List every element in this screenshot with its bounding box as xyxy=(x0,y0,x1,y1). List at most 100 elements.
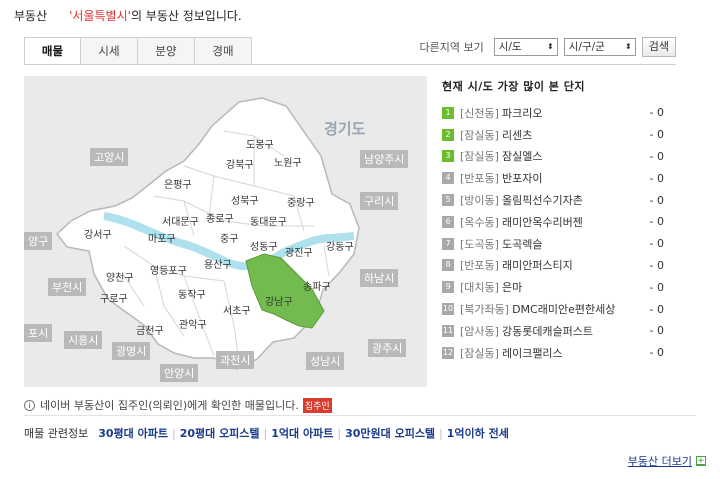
outer-city-hanam[interactable]: 하남시 xyxy=(360,269,399,287)
list-item: 6 [옥수동] 래미안옥수리버젠 - 0 xyxy=(442,211,664,233)
complex-name-link[interactable]: 파크리오 xyxy=(502,105,642,121)
outer-city-anyang[interactable]: 안양시 xyxy=(160,364,199,382)
sido-chevron-icon: ⬍ xyxy=(547,42,554,51)
district-dongjak[interactable]: 동작구 xyxy=(178,286,206,301)
complex-name-link[interactable]: 잠실엘스 xyxy=(502,148,642,164)
district-dongdaemun[interactable]: 동대문구 xyxy=(250,213,287,228)
district-yongsan[interactable]: 용산구 xyxy=(204,256,232,271)
complex-name-link[interactable]: 올림픽선수기자촌 xyxy=(502,192,642,208)
district-yangcheon[interactable]: 양천구 xyxy=(106,269,134,284)
complex-dong: [반포동] xyxy=(460,259,499,273)
search-button[interactable]: 검색 xyxy=(641,37,676,57)
complex-name-link[interactable]: 래미안퍼스티지 xyxy=(502,257,642,273)
rank-badge: 5 xyxy=(442,194,454,207)
district-gangdong[interactable]: 강동구 xyxy=(326,238,354,253)
complex-name-link[interactable]: 리센츠 xyxy=(502,127,642,143)
outer-city-goyang[interactable]: 고양시 xyxy=(90,148,129,166)
listing-tabs: 매물 시세 분양 경매 xyxy=(24,37,252,65)
complex-dong: [잠실동] xyxy=(460,150,499,164)
complex-count: - 0 xyxy=(649,302,664,316)
related-link-under-100m-jeonse[interactable]: 1억이하 전세 xyxy=(447,425,509,441)
outer-city-seongnam[interactable]: 성남시 xyxy=(306,352,345,370)
region-select-label: 다른지역 보기 xyxy=(419,41,484,54)
plus-icon: + xyxy=(696,456,706,466)
related-label: 매물 관련정보 xyxy=(24,427,89,440)
district-songpa[interactable]: 송파구 xyxy=(303,278,331,293)
sigungu-select-value: 시/구/군 xyxy=(568,41,605,53)
complex-name-link[interactable]: DMC래미안e편한세상 xyxy=(512,301,642,317)
rank-badge: 8 xyxy=(442,259,454,272)
complex-dong: [반포동] xyxy=(460,172,499,186)
list-item: 4 [반포동] 반포자이 - 0 xyxy=(442,167,664,189)
district-dobong[interactable]: 도봉구 xyxy=(246,136,274,151)
most-viewed-list: 1 [신천동] 파크리오 - 0 2 [잠실동] 리센츠 - 0 3 [잠실동] 잠실엘스 - 0… xyxy=(442,102,664,364)
district-seongdong[interactable]: 성동구 xyxy=(250,238,278,253)
rank-badge: 1 xyxy=(442,106,454,119)
district-gwanak[interactable]: 관악구 xyxy=(179,316,207,331)
separator: | xyxy=(439,426,443,440)
district-gwangjin[interactable]: 광진구 xyxy=(285,244,313,259)
list-item: 3 [잠실동] 잠실엘스 - 0 xyxy=(442,146,664,168)
outer-city-gwangju[interactable]: 광주시 xyxy=(368,339,407,357)
sido-select-value: 시/도 xyxy=(498,41,522,53)
header-suffix: 의 부동산 정보입니다. xyxy=(130,9,242,23)
tab-listings[interactable]: 매물 xyxy=(24,37,81,65)
complex-name-link[interactable]: 레이크팰리스 xyxy=(502,345,642,361)
tab-auction[interactable]: 경매 xyxy=(195,37,252,65)
sigungu-select[interactable]: 시/구/군 ⬍ xyxy=(563,38,636,56)
district-gangseo[interactable]: 강서구 xyxy=(84,226,112,241)
rank-badge: 3 xyxy=(442,150,454,163)
complex-name-link[interactable]: 반포자이 xyxy=(502,170,642,186)
list-item: 1 [신천동] 파크리오 - 0 xyxy=(442,102,664,124)
outer-city-siheung[interactable]: 시흥시 xyxy=(64,331,103,349)
rank-badge: 4 xyxy=(442,172,454,185)
district-geumcheon[interactable]: 금천구 xyxy=(136,322,164,337)
outer-city-namyangju[interactable]: 남양주시 xyxy=(360,150,409,168)
district-gangbuk[interactable]: 강북구 xyxy=(226,156,254,171)
district-eunpyeong[interactable]: 은평구 xyxy=(164,176,192,191)
complex-count: - 0 xyxy=(649,346,664,360)
outer-city-gwangmyeong[interactable]: 광명시 xyxy=(112,342,151,360)
outer-city-guri[interactable]: 구리시 xyxy=(360,192,399,210)
region-selector: 다른지역 보기 시/도 ⬍ 시/구/군 ⬍ 검색 xyxy=(420,37,676,57)
related-link-100m-apt[interactable]: 1억대 아파트 xyxy=(271,425,333,441)
tab-prices[interactable]: 시세 xyxy=(81,37,138,65)
outer-city-gwacheon[interactable]: 과천시 xyxy=(216,351,255,369)
related-link-30py-apt[interactable]: 30평대 아파트 xyxy=(98,425,168,441)
sido-select[interactable]: 시/도 ⬍ xyxy=(493,38,558,56)
related-link-300k-officetel[interactable]: 30만원대 오피스텔 xyxy=(345,425,435,441)
rank-badge: 2 xyxy=(442,128,454,141)
complex-count: - 0 xyxy=(649,280,664,294)
complex-name-link[interactable]: 도곡렉슬 xyxy=(502,236,642,252)
district-jongno[interactable]: 종로구 xyxy=(206,210,234,225)
district-jung[interactable]: 중구 xyxy=(220,230,238,245)
district-nowon[interactable]: 노원구 xyxy=(274,154,302,169)
complex-dong: [대치동] xyxy=(460,281,499,295)
rank-badge: 7 xyxy=(442,237,454,250)
more-real-estate-link[interactable]: 부동산 더보기 + xyxy=(628,453,706,469)
district-seocho[interactable]: 서초구 xyxy=(223,302,251,317)
outer-city-edge-partial[interactable]: 포시 xyxy=(24,324,53,342)
related-link-20py-officetel[interactable]: 20평대 오피스텔 xyxy=(180,425,260,441)
outer-city-bucheon[interactable]: 부천시 xyxy=(48,278,87,296)
complex-count: - 0 xyxy=(649,128,664,142)
tab-presale[interactable]: 분양 xyxy=(138,37,195,65)
complex-name-link[interactable]: 은마 xyxy=(502,279,642,295)
complex-name-link[interactable]: 강동롯데캐슬퍼스트 xyxy=(502,323,642,339)
district-guro[interactable]: 구로구 xyxy=(100,290,128,305)
related-info-bar: 매물 관련정보 30평대 아파트 | 20평대 오피스텔 | 1억대 아파트 |… xyxy=(24,415,696,441)
district-mapo[interactable]: 마포구 xyxy=(148,230,176,245)
list-item: 12 [잠실동] 레이크팰리스 - 0 xyxy=(442,342,664,364)
header-city: '서울특별시' xyxy=(69,9,131,23)
list-item: 7 [도곡동] 도곡렉슬 - 0 xyxy=(442,233,664,255)
district-yeongdeungpo[interactable]: 영등포구 xyxy=(150,262,187,277)
info-icon: i xyxy=(24,399,35,411)
outer-city-gimpo-partial[interactable]: 양구 xyxy=(24,232,53,250)
complex-name-link[interactable]: 래미안옥수리버젠 xyxy=(502,214,642,230)
complex-dong: [방이동] xyxy=(460,194,499,208)
district-seongbuk[interactable]: 성북구 xyxy=(231,192,259,207)
rank-badge: 11 xyxy=(442,324,454,337)
district-jungnang[interactable]: 중랑구 xyxy=(287,194,315,209)
district-gangnam[interactable]: 강남구 xyxy=(265,293,293,308)
district-seodaemun[interactable]: 서대문구 xyxy=(162,213,199,228)
